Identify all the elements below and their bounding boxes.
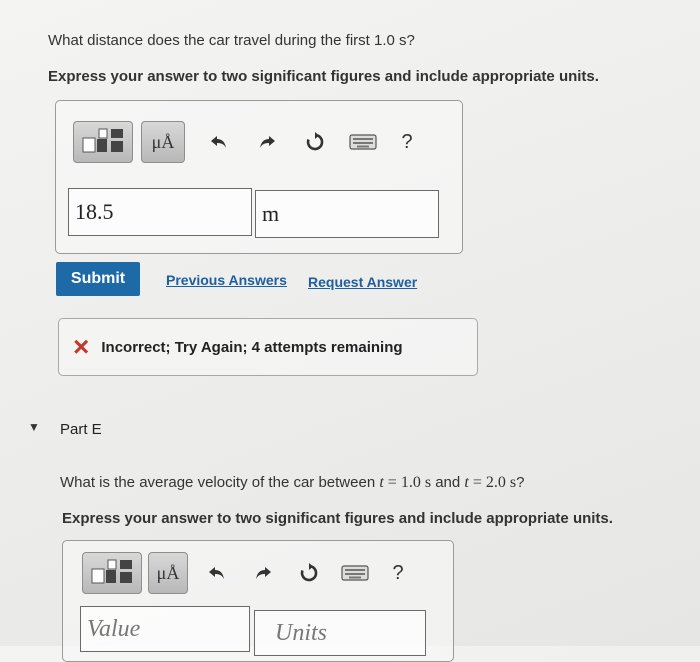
- keyboard-icon[interactable]: [332, 565, 378, 581]
- incorrect-icon: ×: [73, 331, 90, 362]
- question-text: What distance does the car travel during…: [48, 32, 415, 49]
- units-placeholder: Units: [275, 619, 328, 646]
- submit-button[interactable]: Submit: [56, 262, 140, 296]
- feedback-panel: × Incorrect; Try Again; 4 attempts remai…: [58, 318, 478, 376]
- reset-icon[interactable]: [291, 132, 339, 152]
- part-e-equation-toolbar: μÅ ?: [82, 552, 422, 594]
- units-field[interactable]: m: [255, 190, 439, 238]
- templates-icon: [90, 557, 134, 590]
- instruction-text: Express your answer to two significant f…: [48, 68, 599, 85]
- question-and: and: [431, 474, 465, 491]
- help-icon[interactable]: ?: [378, 562, 418, 585]
- help-label: ?: [392, 561, 404, 584]
- units-button[interactable]: μÅ: [141, 121, 185, 163]
- redo-icon[interactable]: [243, 134, 291, 150]
- keyboard-icon[interactable]: [339, 134, 387, 150]
- part-e-units-field[interactable]: Units: [254, 610, 426, 656]
- part-e-question: What is the average velocity of the car …: [60, 474, 524, 492]
- value-text: 18.5: [75, 199, 114, 224]
- units-button-label: μÅ: [156, 562, 180, 583]
- value-field[interactable]: 18.5: [68, 188, 252, 236]
- undo-icon[interactable]: [195, 134, 243, 150]
- part-e-value-field[interactable]: Value: [80, 606, 250, 652]
- question-prefix: What is the average velocity of the car …: [60, 474, 380, 491]
- units-button-label: μÅ: [151, 131, 175, 152]
- collapse-triangle-icon[interactable]: ▼: [28, 420, 40, 434]
- part-e-instruction: Express your answer to two significant f…: [62, 510, 613, 527]
- redo-icon[interactable]: [240, 565, 286, 581]
- units-button[interactable]: μÅ: [148, 552, 188, 594]
- units-text: m: [262, 201, 280, 226]
- templates-button[interactable]: [73, 121, 133, 163]
- previous-answers-link[interactable]: Previous Answers: [166, 272, 287, 288]
- request-answer-link[interactable]: Request Answer: [308, 274, 417, 290]
- feedback-text: Incorrect; Try Again; 4 attempts remaini…: [101, 338, 403, 356]
- equation-toolbar: μÅ ?: [73, 121, 443, 163]
- value-placeholder: Value: [87, 615, 141, 642]
- reset-icon[interactable]: [286, 563, 332, 583]
- help-icon[interactable]: ?: [387, 131, 427, 154]
- part-e-title: Part E: [60, 421, 102, 438]
- undo-icon[interactable]: [194, 565, 240, 581]
- templates-icon: [81, 126, 125, 159]
- time-eq-1: = 1.0 s: [383, 474, 432, 491]
- time-eq-2: = 2.0 s: [468, 474, 517, 491]
- question-suffix: ?: [516, 474, 525, 491]
- templates-button[interactable]: [82, 552, 142, 594]
- help-label: ?: [401, 130, 413, 153]
